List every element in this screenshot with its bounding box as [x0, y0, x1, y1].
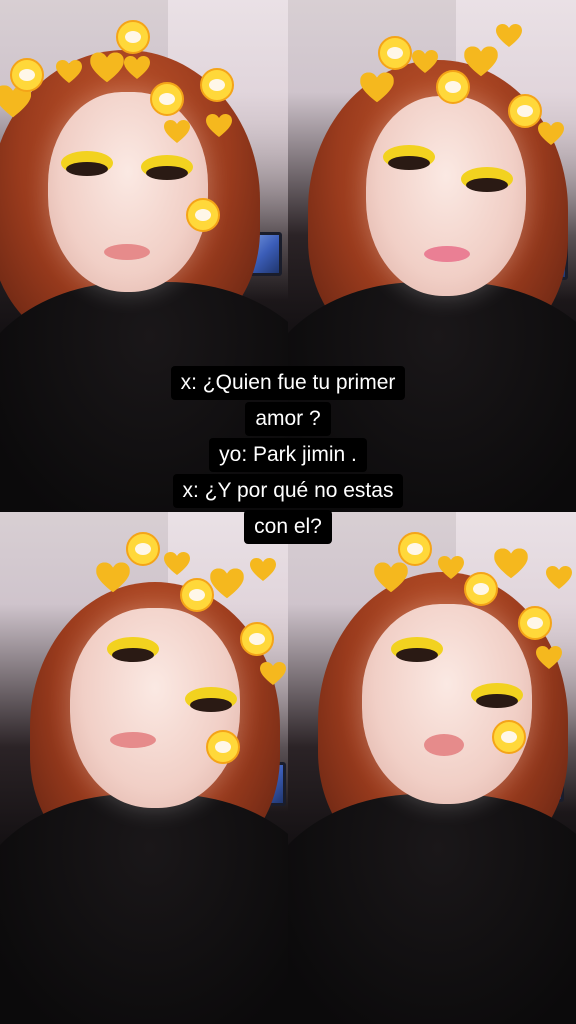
cheek-sticker-icon: [492, 720, 526, 754]
heart-crown-filter-icon: [0, 10, 240, 120]
caption-line: yo: Park jimin .: [209, 438, 367, 472]
cheek-sticker-icon: [186, 198, 220, 232]
lips: [104, 244, 150, 260]
right-eye: [146, 166, 188, 180]
left-eye: [112, 648, 154, 662]
right-eye: [190, 698, 232, 712]
sweater: [288, 794, 576, 1024]
caption-line: x: ¿Y por qué no estas: [172, 474, 404, 508]
sweater: [0, 794, 288, 1024]
lips: [424, 734, 464, 756]
caption-line: x: ¿Quien fue tu primer: [170, 366, 406, 400]
face: [366, 96, 526, 296]
selfie-photo-bottom-right: [288, 512, 576, 1024]
caption-line: con el?: [244, 510, 332, 544]
left-eye: [388, 156, 430, 170]
face: [70, 608, 240, 808]
caption-line: amor ?: [245, 402, 331, 436]
left-eye: [66, 162, 108, 176]
right-eye: [476, 694, 518, 708]
lips: [424, 246, 470, 262]
selfie-photo-bottom-left: [0, 512, 288, 1024]
right-eye: [466, 178, 508, 192]
lips: [110, 732, 156, 748]
left-eye: [396, 648, 438, 662]
cheek-sticker-icon: [206, 730, 240, 764]
heart-crown-filter-icon: [348, 10, 576, 120]
caption-overlay: x: ¿Quien fue tu primer amor ? yo: Park …: [0, 364, 576, 544]
